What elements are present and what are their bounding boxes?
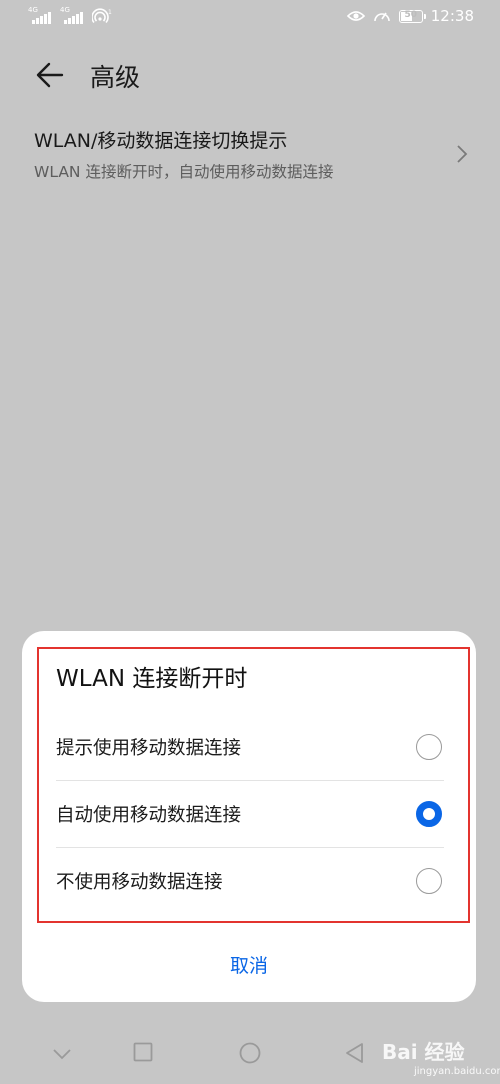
option-label: 自动使用移动数据连接 [56,805,242,826]
battery-level: 50 [404,9,418,20]
setting-subtitle: WLAN 连接断开时，自动使用移动数据连接 [34,163,334,181]
recents-square-icon[interactable] [133,1042,153,1062]
setting-title: WLAN/移动数据连接切换提示 [34,130,288,152]
battery-icon: 50 [398,9,426,23]
signal-icon: 4G [28,6,52,24]
page-title: 高级 [90,63,141,92]
back-triangle-icon[interactable] [344,1042,364,1064]
svg-text:1: 1 [108,9,112,16]
clock: 12:38 [430,7,474,25]
option-auto-mobile-data[interactable]: 自动使用移动数据连接 [56,781,444,847]
status-right-icons: 50 12:38 [346,7,474,25]
cancel-button[interactable]: 取消 [22,951,476,978]
eye-icon [346,11,365,21]
status-left-icons: 4G 4G 1 [28,6,112,24]
option-label: 提示使用移动数据连接 [56,738,242,759]
speedometer-icon [373,12,390,22]
wlan-mobile-switch-setting[interactable]: WLAN/移动数据连接切换提示 WLAN 连接断开时，自动使用移动数据连接 [34,126,474,188]
radio-button[interactable] [416,868,442,894]
radio-button[interactable] [416,734,442,760]
home-circle-icon[interactable] [239,1042,261,1064]
option-no-mobile-data[interactable]: 不使用移动数据连接 [56,848,444,914]
status-bar: 4G 4G 1 50 12:38 [0,0,500,36]
hide-nav-chevron-icon[interactable] [52,1048,72,1060]
hotspot-icon: 1 [92,8,112,24]
dialog-title: WLAN 连接断开时 [56,666,248,692]
option-label: 不使用移动数据连接 [56,872,223,893]
back-arrow-icon[interactable] [34,60,66,90]
choice-dialog: WLAN 连接断开时 提示使用移动数据连接 自动使用移动数据连接 不使用移动数据… [22,631,476,1002]
signal-icon-2: 4G [60,6,84,24]
radio-button-selected[interactable] [416,801,442,827]
watermark-logo: Bai 经验 [382,1040,465,1064]
watermark-url: jingyan.baidu.com [414,1066,500,1077]
chevron-right-icon [457,145,468,163]
option-prompt-mobile-data[interactable]: 提示使用移动数据连接 [56,714,444,780]
